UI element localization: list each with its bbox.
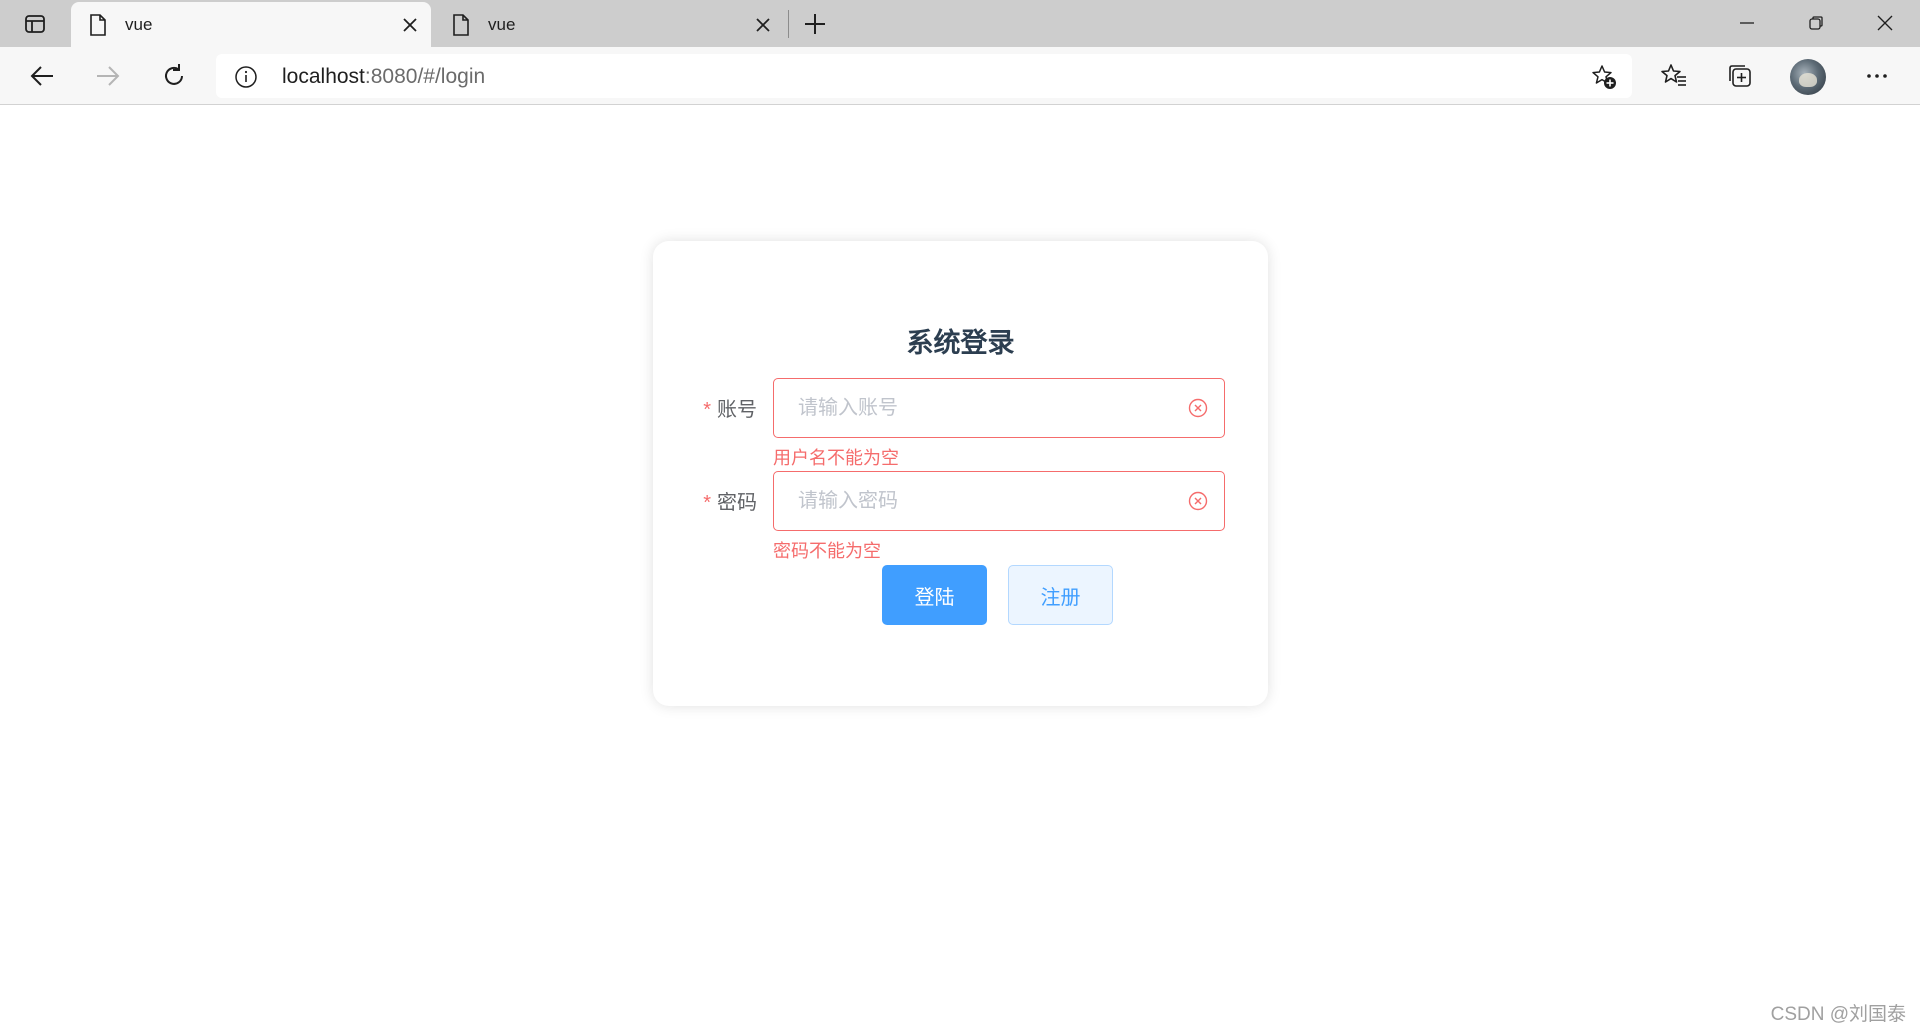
close-icon[interactable] (752, 14, 774, 36)
more-button[interactable] (1857, 56, 1897, 96)
tab-actions-icon (25, 15, 45, 33)
csdn-watermark: CSDN @刘国泰 (1770, 1004, 1906, 1025)
refresh-button[interactable] (154, 56, 194, 96)
password-input-box[interactable] (773, 471, 1225, 531)
refresh-icon (165, 64, 183, 85)
favorites-icon (1661, 64, 1686, 86)
profile-avatar[interactable] (1790, 59, 1826, 95)
document-icon (89, 14, 107, 41)
password-error: 密码不能为空 (773, 541, 881, 561)
required-mark: * (703, 492, 711, 514)
more-icon (1867, 74, 1887, 78)
forward-arrow-icon (97, 66, 120, 86)
login-card: 系统登录 * 账号 用户名不能为空 * 密码 (653, 241, 1268, 706)
url-text[interactable]: localhost:8080/#/login (282, 65, 485, 89)
tab-vue-inactive[interactable]: vue (434, 2, 784, 47)
register-button[interactable]: 注册 (1008, 565, 1113, 625)
tab-actions-button[interactable] (16, 10, 54, 38)
info-icon[interactable] (234, 65, 258, 89)
restore-button[interactable] (1793, 8, 1839, 38)
tab-divider (788, 10, 789, 38)
restore-icon (1809, 16, 1823, 30)
favorites-button[interactable] (1654, 56, 1694, 96)
clear-circle-icon[interactable] (1188, 491, 1208, 511)
minimize-icon (1740, 22, 1754, 24)
username-input-box[interactable] (773, 378, 1225, 438)
back-arrow-icon (30, 66, 53, 86)
document-icon (452, 14, 470, 41)
username-input[interactable] (774, 379, 1174, 437)
login-title: 系统登录 (906, 328, 1015, 358)
password-form-item: * 密码 (653, 471, 1268, 531)
close-icon[interactable] (399, 14, 421, 36)
close-icon (1877, 15, 1893, 31)
tab-title: vue (488, 15, 516, 34)
tab-title: vue (125, 15, 153, 34)
browser-toolbar: localhost:8080/#/login (0, 47, 1920, 105)
username-form-item: * 账号 (653, 378, 1268, 438)
clear-circle-icon[interactable] (1188, 398, 1208, 418)
url-host: localhost (282, 65, 365, 88)
tab-strip: vue vue (0, 0, 1920, 47)
tab-vue-active[interactable]: vue (71, 2, 431, 47)
url-path: :8080/#/login (364, 65, 486, 88)
forward-button[interactable] (88, 56, 128, 96)
password-label: * 密码 (693, 486, 757, 515)
page-content: 系统登录 * 账号 用户名不能为空 * 密码 (0, 106, 1920, 1034)
login-button[interactable]: 登陆 (882, 565, 987, 625)
username-label-text: 账号 (717, 399, 757, 421)
plus-icon (805, 14, 825, 34)
close-window-button[interactable] (1862, 8, 1908, 38)
username-error: 用户名不能为空 (773, 448, 899, 468)
address-bar[interactable]: localhost:8080/#/login (216, 54, 1632, 98)
new-tab-button[interactable] (800, 10, 830, 38)
minimize-button[interactable] (1724, 8, 1770, 38)
password-input[interactable] (774, 472, 1174, 530)
back-button[interactable] (22, 56, 62, 96)
password-label-text: 密码 (717, 492, 757, 514)
required-mark: * (703, 399, 711, 421)
star-plus-icon[interactable] (1590, 63, 1618, 91)
username-label: * 账号 (693, 393, 757, 422)
collections-button[interactable] (1720, 56, 1760, 96)
collections-icon (1729, 65, 1751, 87)
